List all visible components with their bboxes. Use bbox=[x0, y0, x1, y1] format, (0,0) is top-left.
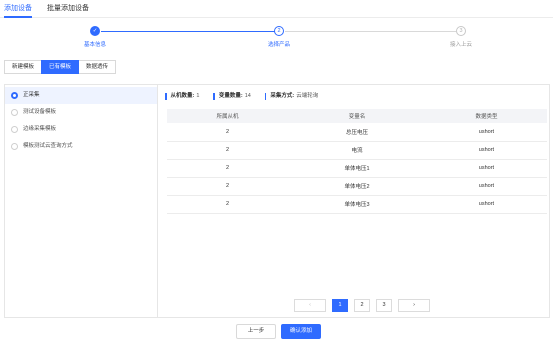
step-connector-todo bbox=[285, 31, 456, 32]
tab-add-device[interactable]: 添加设备 bbox=[4, 3, 32, 13]
variable-count: 变量数量: 14 bbox=[213, 91, 251, 101]
radio-icon[interactable] bbox=[11, 143, 18, 150]
page-button-1[interactable]: 1 bbox=[332, 299, 348, 312]
slave-count: 从机数量: 1 bbox=[165, 91, 199, 101]
prev-page-button[interactable]: ‹ bbox=[294, 299, 326, 312]
radio-icon[interactable] bbox=[11, 109, 18, 116]
template-list: 正采集 测试设备模板 边缘采集模板 模板测试云查询方式 bbox=[5, 85, 158, 317]
template-summary: 从机数量: 1 变量数量: 14 采集方式: 云端轮询 bbox=[165, 91, 332, 101]
column-header-slave: 所属从机 bbox=[167, 109, 289, 123]
cell-slave: 2 bbox=[167, 159, 289, 178]
step-2-label: 选择产品 bbox=[267, 42, 290, 48]
step-2-indicator: 2 bbox=[274, 26, 284, 36]
progress-steps: ✓ 基本信息 2 选择产品 3 接入上云 bbox=[0, 24, 553, 52]
cell-slave: 2 bbox=[167, 195, 289, 214]
top-tab-bar: 添加设备 批量添加设备 bbox=[0, 0, 553, 18]
slave-count-label: 从机数量: bbox=[170, 93, 195, 99]
variable-table: 所属从机 变量名 数据类型 2 总压电压 ushort 2 电流 ushort … bbox=[167, 109, 547, 214]
cell-slave: 2 bbox=[167, 177, 289, 196]
table-row: 2 单体电压1 ushort bbox=[167, 159, 547, 178]
column-header-variable: 变量名 bbox=[288, 109, 426, 123]
info-marker bbox=[264, 92, 267, 100]
template-panel: 正采集 测试设备模板 边缘采集模板 模板测试云查询方式 从机数量: 1 变量数量… bbox=[4, 84, 550, 318]
cell-variable: 总压电压 bbox=[288, 123, 426, 142]
step-3-label: 接入上云 bbox=[449, 42, 472, 48]
collection-mode-label: 采集方式: bbox=[270, 93, 295, 99]
template-item-2[interactable]: 测试设备模板 bbox=[5, 104, 157, 121]
tab-new-template[interactable]: 新建模板 bbox=[4, 60, 43, 74]
info-marker bbox=[165, 92, 167, 100]
template-item-label: 模板测试云查询方式 bbox=[23, 143, 73, 149]
pagination: ‹ 1 2 3 › bbox=[294, 299, 436, 312]
step-1-label: 基本信息 bbox=[83, 42, 106, 48]
confirm-add-button[interactable]: 确认添加 bbox=[281, 324, 321, 339]
cell-datatype: ushort bbox=[425, 177, 547, 196]
template-item-label: 测试设备模板 bbox=[23, 109, 57, 115]
template-item-label: 边缘采集模板 bbox=[23, 126, 57, 132]
template-item-4[interactable]: 模板测试云查询方式 bbox=[5, 138, 157, 155]
template-mode-tabs: 新建模板 已有模板 数据透传 bbox=[4, 60, 117, 74]
active-tab-indicator bbox=[4, 16, 32, 18]
tab-existing-template[interactable]: 已有模板 bbox=[41, 60, 80, 74]
radio-icon[interactable] bbox=[11, 126, 18, 133]
page-button-3[interactable]: 3 bbox=[376, 299, 392, 312]
template-item-1[interactable]: 正采集 bbox=[5, 87, 157, 104]
cell-datatype: ushort bbox=[425, 123, 547, 142]
cell-datatype: ushort bbox=[425, 159, 547, 178]
step-1-check-icon: ✓ bbox=[90, 26, 100, 36]
collection-mode: 采集方式: 云端轮询 bbox=[264, 91, 319, 101]
variable-count-label: 变量数量: bbox=[218, 93, 243, 99]
cell-variable: 电流 bbox=[288, 141, 426, 160]
template-item-label: 正采集 bbox=[23, 92, 40, 98]
radio-checked-icon[interactable] bbox=[11, 92, 18, 99]
tab-batch-add-device[interactable]: 批量添加设备 bbox=[47, 3, 89, 13]
cell-slave: 2 bbox=[167, 123, 289, 142]
cell-variable: 单体电压2 bbox=[288, 177, 426, 196]
cell-slave: 2 bbox=[167, 141, 289, 160]
table-row: 2 单体电压3 ushort bbox=[167, 195, 547, 214]
cell-variable: 单体电压1 bbox=[288, 159, 426, 178]
step-3-indicator: 3 bbox=[456, 26, 466, 36]
variable-count-value: 14 bbox=[244, 93, 251, 99]
column-header-datatype: 数据类型 bbox=[425, 109, 547, 123]
collection-mode-value: 云端轮询 bbox=[296, 93, 319, 99]
template-detail: 从机数量: 1 变量数量: 14 采集方式: 云端轮询 所属从机 变量名 数据类… bbox=[159, 85, 549, 317]
cell-datatype: ushort bbox=[425, 195, 547, 214]
table-row: 2 单体电压2 ushort bbox=[167, 177, 547, 196]
next-page-button[interactable]: › bbox=[398, 299, 430, 312]
info-marker bbox=[213, 92, 215, 100]
table-row: 2 电流 ushort bbox=[167, 141, 547, 160]
tab-data-passthrough[interactable]: 数据透传 bbox=[78, 60, 117, 74]
table-row: 2 总压电压 ushort bbox=[167, 123, 547, 142]
slave-count-value: 1 bbox=[196, 93, 200, 99]
page-button-2[interactable]: 2 bbox=[354, 299, 370, 312]
table-header-row: 所属从机 变量名 数据类型 bbox=[167, 109, 547, 123]
step-connector-done bbox=[101, 31, 275, 32]
cell-datatype: ushort bbox=[425, 141, 547, 160]
cell-variable: 单体电压3 bbox=[288, 195, 426, 214]
previous-step-button[interactable]: 上一步 bbox=[236, 324, 276, 339]
template-item-3[interactable]: 边缘采集模板 bbox=[5, 121, 157, 138]
